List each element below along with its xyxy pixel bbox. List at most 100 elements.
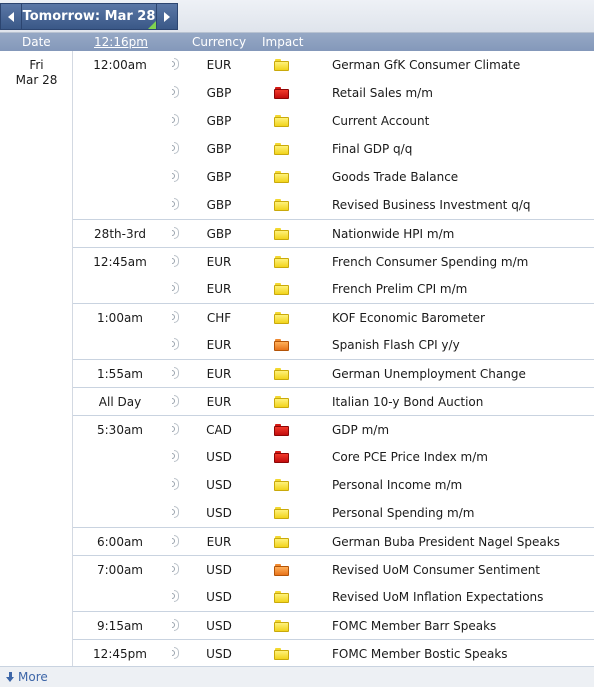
sound-alert-icon[interactable] (171, 477, 181, 491)
event-row[interactable]: All Day EUR Italian 10-y Bond Auction (73, 387, 594, 415)
event-row[interactable]: 6:00am EUR German Buba President Nagel Spe… (73, 527, 594, 555)
event-row[interactable]: USD Core PCE Price Index m/m (73, 443, 594, 471)
impact-yellow-folder-icon[interactable] (274, 228, 289, 240)
sound-alert-icon[interactable] (171, 422, 181, 436)
impact-yellow-folder-icon[interactable] (274, 368, 289, 380)
event-title[interactable]: FOMC Member Barr Speaks (332, 619, 496, 633)
event-title[interactable]: French Prelim CPI m/m (332, 282, 467, 296)
event-row[interactable]: USD Personal Spending m/m (73, 499, 594, 527)
impact-orange-folder-icon[interactable] (274, 339, 289, 351)
event-row[interactable]: GBP Current Account (73, 107, 594, 135)
header-impact: Impact (262, 35, 304, 49)
event-title[interactable]: Personal Income m/m (332, 478, 462, 492)
event-row[interactable]: GBP Final GDP q/q (73, 135, 594, 163)
sound-alert-icon[interactable] (171, 394, 181, 408)
impact-yellow-folder-icon[interactable] (274, 256, 289, 268)
event-row[interactable]: 12:45am EUR French Consumer Spending m/m (73, 247, 594, 275)
sound-alert-icon[interactable] (171, 618, 181, 632)
sound-alert-icon[interactable] (171, 337, 181, 351)
current-day-button[interactable]: Tomorrow: Mar 28 (22, 4, 156, 29)
impact-yellow-folder-icon[interactable] (274, 648, 289, 660)
event-title[interactable]: Core PCE Price Index m/m (332, 450, 488, 464)
event-title[interactable]: Italian 10-y Bond Auction (332, 395, 483, 409)
impact-red-folder-icon[interactable] (274, 87, 289, 99)
event-currency: CAD (206, 423, 232, 437)
event-row[interactable]: GBP Revised Business Investment q/q (73, 191, 594, 219)
event-title[interactable]: Personal Spending m/m (332, 506, 474, 520)
sound-alert-icon[interactable] (171, 57, 181, 71)
event-title[interactable]: Retail Sales m/m (332, 86, 433, 100)
event-row[interactable]: 12:45pm USD FOMC Member Bostic Speaks (73, 639, 594, 667)
event-title[interactable]: Goods Trade Balance (332, 170, 458, 184)
event-title[interactable]: KOF Economic Barometer (332, 311, 485, 325)
next-day-arrow-icon[interactable] (157, 4, 177, 29)
event-title[interactable]: Final GDP q/q (332, 142, 412, 156)
impact-red-folder-icon[interactable] (274, 424, 289, 436)
event-row[interactable]: USD Revised UoM Inflation Expectations (73, 583, 594, 611)
event-row[interactable]: GBP Retail Sales m/m (73, 79, 594, 107)
event-title[interactable]: Revised UoM Consumer Sentiment (332, 563, 540, 577)
more-link[interactable]: More (6, 670, 48, 684)
sound-alert-icon[interactable] (171, 197, 181, 211)
sound-alert-icon[interactable] (171, 646, 181, 660)
event-row[interactable]: GBP Goods Trade Balance (73, 163, 594, 191)
event-row[interactable]: 5:30am CAD GDP m/m (73, 415, 594, 443)
sound-alert-icon[interactable] (171, 449, 181, 463)
event-row[interactable]: 1:55am EUR German Unemployment Change (73, 359, 594, 387)
event-row[interactable]: 12:00am EUR German GfK Consumer Climate (73, 51, 594, 79)
event-title[interactable]: Spanish Flash CPI y/y (332, 338, 460, 352)
impact-orange-folder-icon[interactable] (274, 564, 289, 576)
impact-yellow-folder-icon[interactable] (274, 507, 289, 519)
event-currency: EUR (206, 338, 232, 352)
impact-yellow-folder-icon[interactable] (274, 283, 289, 295)
sound-alert-icon[interactable] (171, 281, 181, 295)
event-currency: EUR (206, 255, 232, 269)
sound-alert-icon[interactable] (171, 310, 181, 324)
sound-alert-icon[interactable] (171, 169, 181, 183)
event-row[interactable]: 9:15am USD FOMC Member Barr Speaks (73, 611, 594, 639)
impact-yellow-folder-icon[interactable] (274, 591, 289, 603)
header-time-link[interactable]: 12:16pm (94, 35, 148, 49)
event-currency: CHF (206, 311, 232, 325)
impact-red-folder-icon[interactable] (274, 451, 289, 463)
event-row[interactable]: EUR French Prelim CPI m/m (73, 275, 594, 303)
event-title[interactable]: Current Account (332, 114, 429, 128)
impact-yellow-folder-icon[interactable] (274, 620, 289, 632)
event-row[interactable]: 28th-3rd GBP Nationwide HPI m/m (73, 219, 594, 247)
event-title[interactable]: GDP m/m (332, 423, 389, 437)
sound-alert-icon[interactable] (171, 254, 181, 268)
previous-day-arrow-icon[interactable] (1, 4, 21, 29)
event-title[interactable]: German Unemployment Change (332, 367, 526, 381)
impact-yellow-folder-icon[interactable] (274, 479, 289, 491)
impact-yellow-folder-icon[interactable] (274, 171, 289, 183)
event-title[interactable]: French Consumer Spending m/m (332, 255, 528, 269)
impact-yellow-folder-icon[interactable] (274, 143, 289, 155)
impact-yellow-folder-icon[interactable] (274, 59, 289, 71)
event-row[interactable]: USD Personal Income m/m (73, 471, 594, 499)
impact-yellow-folder-icon[interactable] (274, 396, 289, 408)
impact-yellow-folder-icon[interactable] (274, 199, 289, 211)
event-title[interactable]: Revised Business Investment q/q (332, 198, 530, 212)
impact-yellow-folder-icon[interactable] (274, 536, 289, 548)
sound-alert-icon[interactable] (171, 534, 181, 548)
sound-alert-icon[interactable] (171, 505, 181, 519)
event-row[interactable]: EUR Spanish Flash CPI y/y (73, 331, 594, 359)
sound-alert-icon[interactable] (171, 141, 181, 155)
header-date: Date (22, 35, 51, 49)
event-title[interactable]: German GfK Consumer Climate (332, 58, 520, 72)
sound-alert-icon[interactable] (171, 113, 181, 127)
event-row[interactable]: 1:00am CHF KOF Economic Barometer (73, 303, 594, 331)
sound-alert-icon[interactable] (171, 226, 181, 240)
impact-yellow-folder-icon[interactable] (274, 115, 289, 127)
sound-alert-icon[interactable] (171, 85, 181, 99)
event-row[interactable]: 7:00am USD Revised UoM Consumer Sentiment (73, 555, 594, 583)
sound-alert-icon[interactable] (171, 589, 181, 603)
event-title[interactable]: FOMC Member Bostic Speaks (332, 647, 508, 661)
event-title[interactable]: Nationwide HPI m/m (332, 227, 454, 241)
event-title[interactable]: Revised UoM Inflation Expectations (332, 590, 543, 604)
event-title[interactable]: German Buba President Nagel Speaks (332, 535, 560, 549)
impact-yellow-folder-icon[interactable] (274, 312, 289, 324)
sound-alert-icon[interactable] (171, 562, 181, 576)
sound-alert-icon[interactable] (171, 366, 181, 380)
event-currency: EUR (206, 367, 232, 381)
